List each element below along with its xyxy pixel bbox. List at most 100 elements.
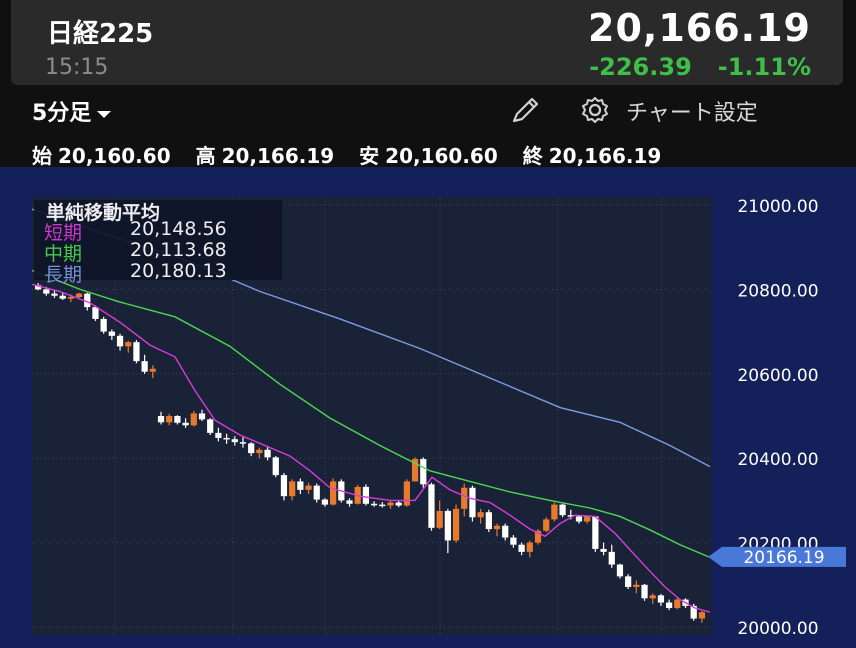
- candle-down: [174, 416, 181, 423]
- candle-down: [297, 481, 304, 490]
- candle-up: [125, 342, 132, 347]
- candle-down: [592, 516, 599, 549]
- candle-up: [477, 512, 484, 518]
- open-label: 始: [32, 144, 52, 168]
- change-percent: -1.11%: [717, 53, 811, 81]
- candle-down: [379, 504, 386, 507]
- low-value: 20,160.60: [385, 144, 498, 168]
- timeframe-label: 5分足: [32, 101, 92, 126]
- candle-up: [387, 502, 394, 506]
- quote-time: 15:15: [45, 55, 109, 80]
- candle-up: [452, 508, 460, 541]
- close-label: 終: [522, 144, 543, 168]
- candle-down: [420, 459, 427, 485]
- candle-down: [223, 437, 230, 440]
- candle-down: [395, 502, 402, 506]
- candle-down: [657, 595, 665, 603]
- candle-down: [51, 293, 58, 296]
- candle-down: [92, 307, 99, 319]
- open-value: 20,160.60: [58, 144, 171, 168]
- legend-long-value: 20,180.13: [130, 260, 227, 282]
- y-tick-label: 21000.00: [737, 197, 818, 217]
- legend-long-label: 長期: [44, 264, 83, 286]
- candle-down: [59, 295, 66, 299]
- change-value: -226.39: [589, 53, 692, 81]
- candle-down: [666, 602, 673, 609]
- pencil-icon[interactable]: [508, 95, 544, 125]
- candle-down: [370, 503, 378, 506]
- gear-icon[interactable]: [578, 95, 612, 125]
- candle-up: [526, 542, 533, 552]
- candle-down: [264, 449, 271, 458]
- candle-down: [272, 457, 279, 476]
- candle-down: [346, 500, 353, 504]
- candle-down: [215, 432, 222, 438]
- y-tick-label: 20600.00: [737, 366, 818, 386]
- candle-down: [518, 544, 525, 552]
- candle-down: [469, 487, 476, 518]
- candle-up: [633, 584, 640, 587]
- chart-area[interactable]: 21000.00 20800.00 20600.00 20400.00 20200.00…: [0, 167, 856, 648]
- candle-up: [75, 293, 83, 297]
- candle-up: [403, 481, 410, 506]
- candle-down: [207, 419, 214, 433]
- candle-up: [551, 504, 558, 520]
- chart-controls: 5分足 チャート設定: [0, 95, 856, 127]
- candle-down: [239, 442, 247, 444]
- candle-up: [256, 449, 263, 454]
- legend-mid-value: 20,113.68: [130, 239, 227, 261]
- candle-down: [608, 551, 615, 565]
- candle-up: [67, 296, 74, 299]
- candle-down: [141, 361, 148, 372]
- candle-up: [166, 416, 173, 423]
- candle-up: [289, 481, 296, 497]
- candle-up: [330, 481, 337, 505]
- low-label: 安: [359, 144, 380, 168]
- candle-down: [108, 331, 115, 336]
- candle-down: [198, 413, 206, 420]
- legend-long: 長期 20,180.13: [44, 260, 227, 287]
- candle-down: [485, 512, 492, 530]
- candle-down: [133, 342, 140, 362]
- candle-down: [100, 318, 107, 332]
- candle-down: [157, 416, 165, 423]
- high-label: 高: [195, 144, 216, 168]
- candle-down: [248, 443, 255, 454]
- candle-up: [190, 413, 197, 426]
- candle-down: [616, 564, 624, 577]
- chevron-down-icon: [97, 110, 112, 118]
- chart-settings-button[interactable]: チャート設定: [626, 95, 758, 127]
- current-price-label: 20166.19: [743, 548, 824, 568]
- candle-down: [313, 485, 320, 500]
- candle-down: [444, 510, 451, 541]
- high-value: 20,166.19: [221, 144, 335, 168]
- candle-up: [698, 612, 706, 619]
- candle-up: [674, 599, 681, 609]
- candle-up: [436, 510, 443, 528]
- candle-down: [510, 537, 517, 545]
- close-value: 20,166.19: [548, 144, 662, 168]
- candle-down: [502, 525, 509, 538]
- sma-legend: 単純移動平均 短期 20,148.56 中期 20,113.68 長期 20,180.…: [34, 200, 282, 286]
- candle-down: [116, 335, 124, 347]
- candle-down: [362, 486, 370, 504]
- ohlc-bar: 始 20,160.60 高 20,166.19 安 20,160.60 終 20,166…: [32, 140, 679, 169]
- current-price: 20,166.19: [588, 6, 811, 50]
- quote-card: 日経225 15:15 20,166.19 -226.39 -1.11%: [11, 0, 843, 85]
- candle-up: [493, 525, 501, 530]
- candle-down: [321, 499, 329, 505]
- candle-down: [43, 289, 50, 294]
- candle-down: [280, 475, 288, 497]
- y-tick-label: 20000.00: [737, 619, 818, 639]
- candle-down: [625, 576, 632, 587]
- candle-down: [575, 516, 583, 522]
- legend-short-value: 20,148.56: [130, 218, 227, 240]
- candle-up: [543, 519, 550, 531]
- candle-up: [149, 368, 156, 372]
- y-tick-label: 20800.00: [737, 281, 818, 301]
- y-tick-label: 20400.00: [737, 450, 818, 470]
- candle-down: [559, 504, 566, 516]
- candle-up: [584, 516, 591, 522]
- timeframe-dropdown[interactable]: 5分足: [32, 95, 112, 127]
- candle-up: [461, 487, 468, 509]
